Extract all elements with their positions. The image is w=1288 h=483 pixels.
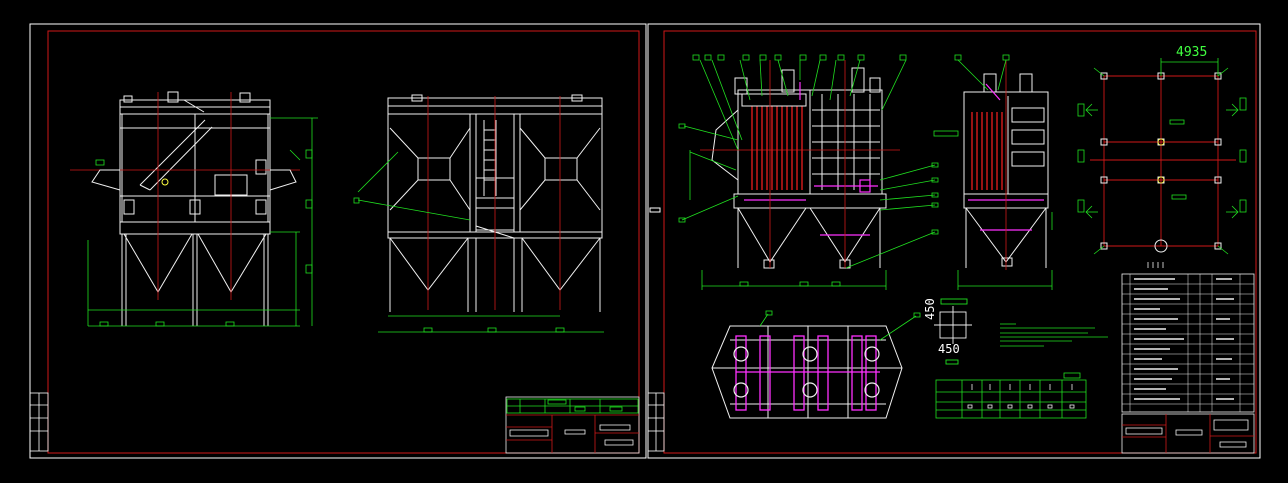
front-elevation-view <box>70 91 318 327</box>
sheet-left-border <box>47 30 640 454</box>
left-title-block <box>505 396 640 454</box>
component-table <box>935 372 1087 419</box>
dimension-label-span: 4935 <box>1176 45 1208 60</box>
end-view <box>954 54 1053 290</box>
right-title-block <box>1121 413 1255 454</box>
top-plan-view <box>711 310 921 419</box>
main-assembly-view <box>678 54 959 290</box>
dimension-label-flange-width: 450 <box>938 342 960 356</box>
sheet-divider-mark <box>649 207 661 213</box>
technical-notes-block <box>1000 323 1108 347</box>
parts-list-table <box>1121 273 1255 413</box>
side-elevation-view <box>353 94 604 333</box>
dimension-label-flange-height: 450 <box>923 298 937 320</box>
sheet-right-frame <box>647 23 1261 459</box>
cad-drawing-canvas <box>29 23 1261 459</box>
right-binding-strip <box>647 392 665 452</box>
foundation-plan-view <box>1077 58 1247 268</box>
left-binding-strip <box>29 392 49 452</box>
